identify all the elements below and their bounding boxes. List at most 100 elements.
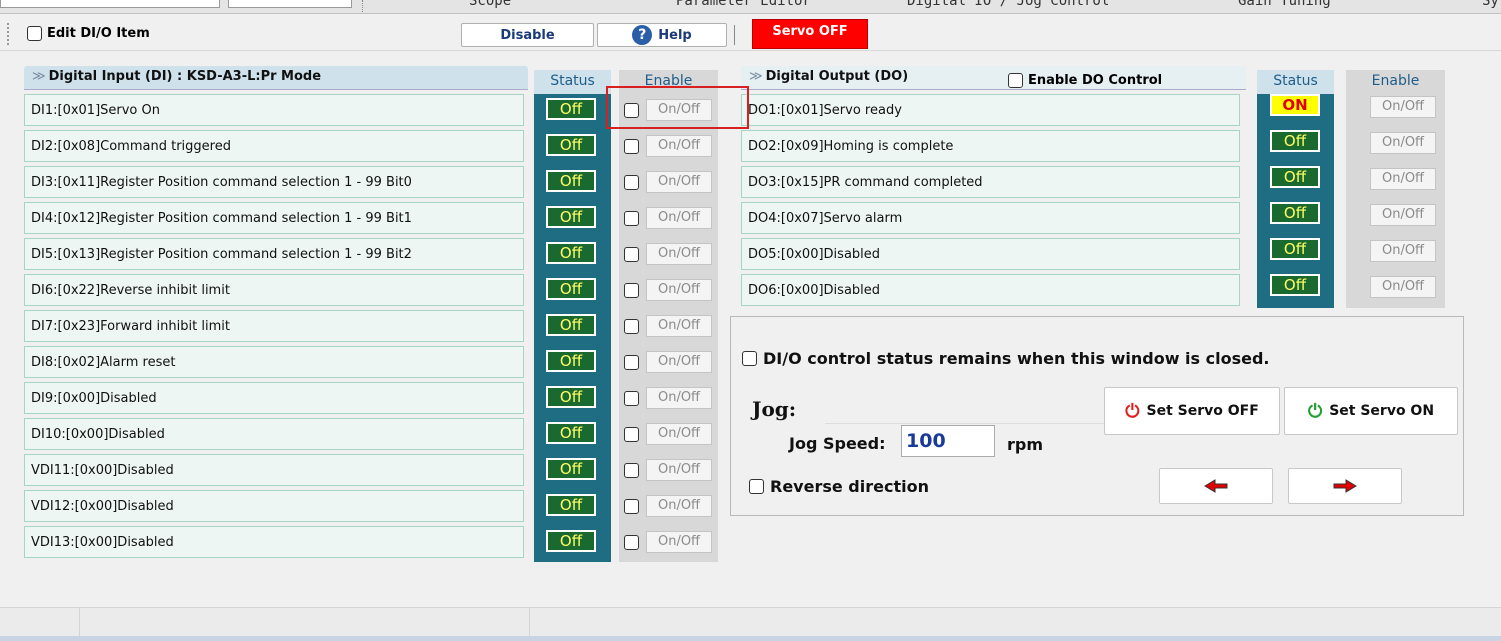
di-row-label: DI4:[0x12]Register Position command sele…: [24, 202, 524, 234]
di-enable-checkbox[interactable]: [624, 283, 639, 298]
edit-dio-checkbox[interactable]: [27, 26, 42, 41]
search-field-fragment[interactable]: [0, 0, 220, 8]
enable-do-control-toggle[interactable]: Enable DO Control: [1008, 73, 1162, 88]
arrow-right-icon: [1333, 479, 1357, 493]
power-on-icon: ⏻: [1307, 400, 1323, 422]
do-onoff-button[interactable]: On/Off: [1370, 168, 1436, 190]
di-status-badge: Off: [546, 170, 596, 192]
do-onoff-button[interactable]: On/Off: [1370, 132, 1436, 154]
tabstrip-grip: [362, 0, 368, 13]
set-servo-on-label: Set Servo ON: [1329, 403, 1435, 419]
do-status-badge: Off: [1270, 274, 1320, 296]
set-servo-on-button[interactable]: ⏻ Set Servo ON: [1284, 387, 1458, 435]
di-enable-checkbox[interactable]: [624, 247, 639, 262]
di-status-badge: Off: [546, 206, 596, 228]
do-onoff-button[interactable]: On/Off: [1370, 204, 1436, 226]
di-row-label: DI2:[0x08]Command triggered: [24, 130, 524, 162]
tab-parameter-editor[interactable]: Parameter Editor: [676, 0, 811, 9]
di-onoff-button[interactable]: On/Off: [646, 531, 712, 553]
di-onoff-button[interactable]: On/Off: [646, 243, 712, 265]
di-row-label: VDI11:[0x00]Disabled: [24, 454, 524, 486]
status-cell-3: [530, 608, 1501, 638]
enable-do-control-label: Enable DO Control: [1028, 73, 1163, 88]
tab-gain-tuning[interactable]: Gain Tuning: [1238, 0, 1331, 9]
help-button-label: Help: [658, 27, 692, 43]
di-status-badge: Off: [546, 278, 596, 300]
do-panel-title: Digital Output (DO): [765, 69, 909, 84]
set-servo-off-button[interactable]: ⏻ Set Servo OFF: [1104, 387, 1280, 435]
do-onoff-button[interactable]: On/Off: [1370, 240, 1436, 262]
di-enable-checkbox[interactable]: [624, 535, 639, 550]
di-status-badge: Off: [546, 386, 596, 408]
di-row-label: DI6:[0x22]Reverse inhibit limit: [24, 274, 524, 306]
collapse-chevron-icon[interactable]: ≫: [749, 69, 763, 84]
di-onoff-button[interactable]: On/Off: [646, 279, 712, 301]
remain-status-checkbox[interactable]: [742, 351, 757, 366]
remain-status-label: DI/O control status remains when this wi…: [763, 349, 1270, 368]
di-onoff-button[interactable]: On/Off: [646, 351, 712, 373]
do-onoff-button[interactable]: On/Off: [1370, 276, 1436, 298]
tab-digital-io-jog[interactable]: Digital IO / Jog Control: [907, 0, 1109, 9]
di-onoff-button[interactable]: On/Off: [646, 171, 712, 193]
di-row-label: DI1:[0x01]Servo On: [24, 94, 524, 126]
di-onoff-button[interactable]: On/Off: [646, 387, 712, 409]
set-servo-off-label: Set Servo OFF: [1146, 403, 1259, 419]
do-enable-header: Enable: [1346, 70, 1445, 94]
jog-speed-label: Jog Speed:: [789, 434, 886, 453]
di-row-label: VDI12:[0x00]Disabled: [24, 490, 524, 522]
di-enable-checkbox[interactable]: [624, 427, 639, 442]
di-enable-checkbox[interactable]: [624, 499, 639, 514]
reverse-direction-toggle[interactable]: Reverse direction: [749, 477, 929, 496]
power-off-icon: ⏻: [1125, 400, 1140, 422]
edit-dio-item-toggle[interactable]: Edit DI/O Item: [27, 26, 150, 41]
status-cell-2: [80, 608, 530, 638]
di-enable-checkbox[interactable]: [624, 355, 639, 370]
remain-status-toggle[interactable]: DI/O control status remains when this wi…: [742, 349, 1269, 368]
do-onoff-button[interactable]: On/Off: [1370, 96, 1436, 118]
do-status-badge: Off: [1270, 238, 1320, 260]
di-enable-checkbox[interactable]: [624, 175, 639, 190]
di-status-badge: Off: [546, 458, 596, 480]
do-row-label: DO1:[0x01]Servo ready: [741, 94, 1240, 126]
di-onoff-button[interactable]: On/Off: [646, 495, 712, 517]
di-enable-checkbox[interactable]: [624, 139, 639, 154]
do-status-header: Status: [1257, 70, 1334, 94]
reverse-direction-label: Reverse direction: [770, 477, 929, 496]
jog-unit: rpm: [1007, 435, 1044, 454]
do-panel-header: ≫ Digital Output (DO): [741, 66, 1246, 90]
disable-button[interactable]: Disable: [461, 23, 594, 47]
jog-speed-input[interactable]: [901, 425, 995, 457]
toolbar-button-fragment[interactable]: [228, 0, 352, 8]
di-enable-checkbox[interactable]: [624, 391, 639, 406]
jog-right-button[interactable]: [1288, 468, 1402, 504]
do-status-badge: Off: [1270, 166, 1320, 188]
tab-sy[interactable]: Sy: [1482, 0, 1499, 9]
toolbar-separator: [734, 25, 735, 45]
di-status-badge: Off: [546, 98, 596, 120]
tab-strip: Scope Parameter Editor Digital IO / Jog …: [0, 0, 1501, 14]
di-row-label: DI9:[0x00]Disabled: [24, 382, 524, 414]
help-icon: ?: [632, 25, 653, 45]
di-onoff-button[interactable]: On/Off: [646, 135, 712, 157]
di-status-badge: Off: [546, 530, 596, 552]
toolbar-grip: [7, 23, 10, 45]
di-onoff-button[interactable]: On/Off: [646, 423, 712, 445]
di-onoff-button[interactable]: On/Off: [646, 207, 712, 229]
di-enable-checkbox[interactable]: [624, 319, 639, 334]
control-panel: DI/O control status remains when this wi…: [730, 316, 1464, 516]
jog-left-button[interactable]: [1159, 468, 1273, 504]
di-row-label: DI8:[0x02]Alarm reset: [24, 346, 524, 378]
di-row-label: DI7:[0x23]Forward inhibit limit: [24, 310, 524, 342]
reverse-direction-checkbox[interactable]: [749, 479, 764, 494]
tab-scope[interactable]: Scope: [469, 0, 511, 9]
status-bar: [0, 607, 1501, 638]
do-status-badge: Off: [1270, 202, 1320, 224]
di-enable-checkbox[interactable]: [624, 463, 639, 478]
di-onoff-button[interactable]: On/Off: [646, 459, 712, 481]
collapse-chevron-icon[interactable]: ≫: [32, 69, 46, 84]
di-enable-checkbox[interactable]: [624, 211, 639, 226]
di-onoff-button[interactable]: On/Off: [646, 315, 712, 337]
enable-do-control-checkbox[interactable]: [1008, 73, 1023, 88]
do-status-badge: ON: [1270, 94, 1320, 116]
help-button[interactable]: ? Help: [597, 23, 727, 47]
